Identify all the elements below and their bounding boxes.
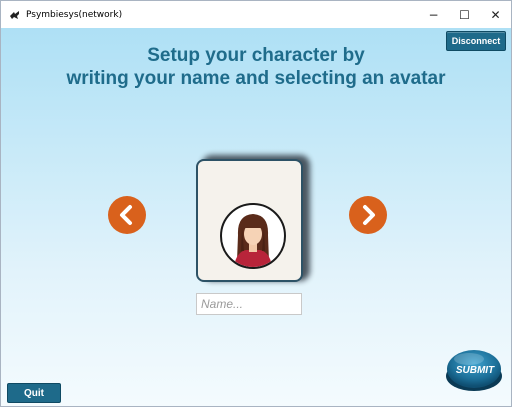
submit-button-graphic: SUBMIT — [446, 350, 502, 391]
page-title: Setup your character by writing your nam… — [1, 44, 511, 90]
window-title: Psymbiesys(network) — [26, 9, 123, 20]
minimize-button[interactable]: − — [418, 1, 449, 28]
submit-button[interactable]: SUBMIT — [445, 344, 503, 392]
chevron-right-icon — [363, 205, 375, 225]
chevron-left-icon — [120, 205, 132, 225]
main-area: Disconnect Setup your character by writi… — [1, 28, 511, 406]
window-controls: − ☐ ✕ — [418, 1, 511, 28]
maximize-button[interactable]: ☐ — [449, 1, 480, 28]
page-title-line-1: Setup your character by — [147, 45, 365, 66]
name-input[interactable] — [196, 293, 302, 315]
app-icon — [10, 10, 19, 19]
page-title-line-2: writing your name and selecting an avata… — [66, 68, 446, 89]
close-button[interactable]: ✕ — [480, 1, 511, 28]
submit-label: SUBMIT — [456, 365, 495, 376]
quit-button[interactable]: Quit — [7, 383, 61, 403]
app-window: Psymbiesys(network) − ☐ ✕ Disconnect Set… — [0, 0, 512, 407]
avatar — [220, 203, 286, 269]
title-bar: Psymbiesys(network) − ☐ ✕ — [1, 1, 511, 28]
avatar-card — [196, 159, 303, 282]
next-avatar-button[interactable] — [349, 196, 387, 234]
previous-avatar-button[interactable] — [108, 196, 146, 234]
girl-avatar-icon — [234, 214, 272, 267]
